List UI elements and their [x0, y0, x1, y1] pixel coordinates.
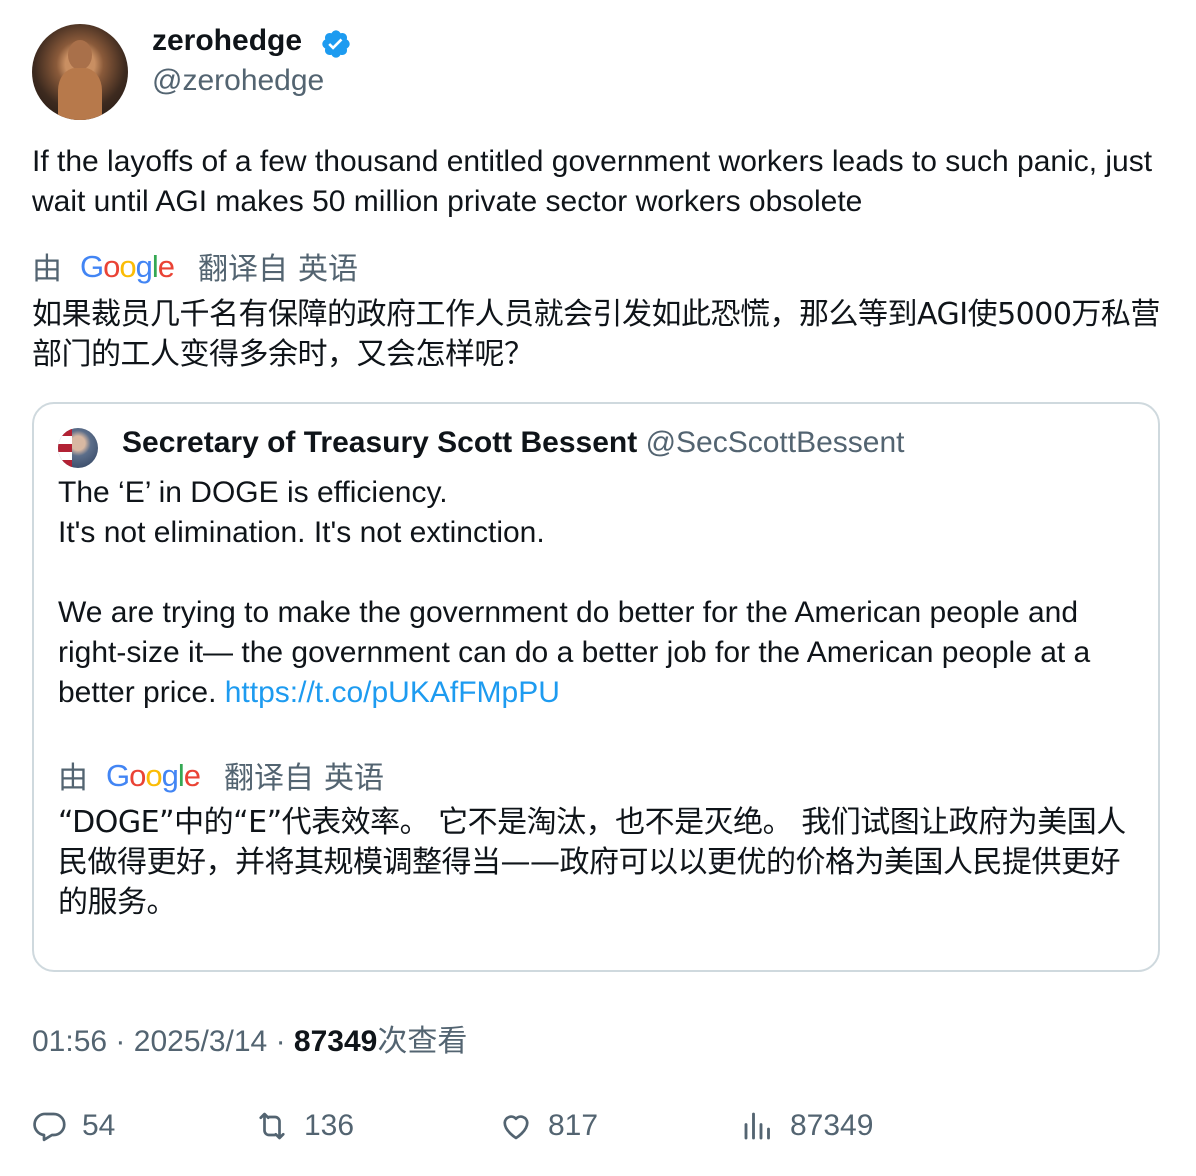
reply-icon: [33, 1112, 66, 1142]
svg-text:Google: Google: [106, 758, 200, 793]
view-count: 87349: [293, 1025, 378, 1058]
source-language: 英语: [324, 761, 384, 796]
view-count-label: 次查看: [377, 1024, 468, 1059]
views-count: 87349: [790, 1109, 874, 1142]
reply-count: 54: [82, 1109, 116, 1142]
quoted-translation-attribution: 由 Google 翻译自 英语: [58, 755, 384, 796]
tweet-date[interactable]: 2025/3/14: [134, 1025, 267, 1058]
meta-separator: ·: [115, 1025, 126, 1058]
views-icon: [744, 1112, 770, 1140]
translation-by-label: 由: [32, 252, 62, 287]
verified-badge-icon: [322, 30, 350, 58]
google-logo: Google: [106, 755, 204, 795]
retweet-count: 136: [304, 1109, 355, 1142]
quoted-author-name: Secretary of Treasury Scott Bessent: [122, 426, 638, 459]
translation-by-label: 由: [58, 761, 88, 796]
translation-attribution: 由 Google 翻译自 英语: [32, 246, 358, 287]
meta-separator: ·: [275, 1025, 286, 1058]
quoted-author-handle: @SecScottBessent: [645, 426, 905, 459]
tweet-time[interactable]: 01:56: [32, 1025, 107, 1058]
views-button[interactable]: 87349: [740, 1108, 873, 1144]
action-bar: 54 136 817 87349: [32, 1108, 1172, 1152]
retweet-icon: [259, 1112, 285, 1140]
like-count: 817: [548, 1109, 599, 1142]
quoted-tweet-translation: “DOGE”中的“E”代表效率。 它不是淘汰，也不是灭绝。 我们试图让政府为美国…: [58, 805, 1126, 920]
like-icon: [503, 1115, 529, 1140]
tweet-meta: 01:56 · 2025/3/14 · 87349次查看: [32, 1022, 467, 1062]
quoted-text-body: The ‘E’ in DOGE is efficiency. It's not …: [58, 476, 1091, 709]
like-button[interactable]: 817: [498, 1108, 598, 1144]
quoted-tweet-text: The ‘E’ in DOGE is efficiency. It's not …: [58, 473, 1148, 713]
tweet-text: If the layoffs of a few thousand entitle…: [32, 145, 1153, 218]
retweet-button[interactable]: 136: [254, 1108, 354, 1144]
svg-text:Google: Google: [80, 249, 174, 284]
quoted-tweet-link[interactable]: https://t.co/pUKAfFMpPU: [225, 676, 560, 709]
source-language: 英语: [298, 252, 358, 287]
author-avatar[interactable]: [32, 24, 128, 120]
quoted-author[interactable]: Secretary of Treasury Scott Bessent @Sec…: [122, 423, 905, 463]
google-logo: Google: [80, 246, 178, 286]
reply-button[interactable]: 54: [32, 1108, 115, 1144]
tweet-translation: 如果裁员几千名有保障的政府工作人员就会引发如此恐慌，那么等到AGI使5000万私…: [32, 297, 1160, 372]
translated-from-label: 翻译自: [224, 761, 314, 796]
author-handle[interactable]: @zerohedge: [152, 62, 324, 100]
quoted-author-avatar[interactable]: [58, 428, 98, 468]
translated-from-label: 翻译自: [198, 252, 288, 287]
author-name[interactable]: zerohedge: [152, 22, 302, 60]
